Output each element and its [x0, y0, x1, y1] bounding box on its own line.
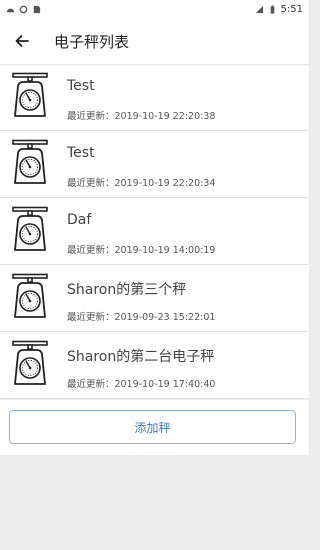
scale-list-item[interactable]: Test 最近更新：2019-10-19 22:20:34 — [0, 131, 309, 198]
scale-last-update: 最近更新：2019-10-19 22:20:38 — [67, 108, 215, 122]
circle-icon — [19, 5, 28, 13]
status-time: 5:51 — [280, 3, 303, 15]
last-update-time: 2019-10-19 22:20:34 — [114, 178, 216, 189]
add-scale-button[interactable]: 添加秤 — [9, 410, 296, 444]
status-right-icons: 5:51 — [255, 4, 303, 15]
add-button-area: 添加秤 — [0, 400, 309, 455]
last-update-label: 最近更新： — [67, 312, 115, 323]
scale-icon — [10, 273, 50, 319]
scale-icon — [10, 72, 50, 118]
scale-last-update: 最近更新：2019-10-19 17:40:40 — [67, 376, 215, 390]
scale-name: Test — [67, 145, 95, 161]
scale-last-update: 最近更新：2019-10-19 22:20:34 — [67, 175, 215, 189]
scale-last-update: 最近更新：2019-09-23 15:22:01 — [67, 309, 215, 323]
last-update-time: 2019-10-19 14:00:19 — [114, 245, 216, 256]
last-update-label: 最近更新： — [67, 245, 115, 256]
scale-icon — [10, 206, 50, 252]
last-update-time: 2019-09-23 15:22:01 — [114, 312, 216, 323]
page-title: 电子秤列表 — [54, 32, 130, 51]
back-button[interactable] — [6, 25, 38, 57]
scale-name: Sharon的第三个秤 — [67, 282, 187, 298]
last-update-time: 2019-10-19 22:20:38 — [114, 111, 216, 122]
arrow-left-icon — [15, 35, 29, 47]
last-update-time: 2019-10-19 17:40:40 — [114, 379, 216, 390]
scale-list-item[interactable]: Daf 最近更新：2019-10-19 14:00:19 — [0, 198, 309, 265]
app-bar: 电子秤列表 — [0, 18, 309, 64]
sim-card-icon — [33, 5, 41, 13]
scale-last-update: 最近更新：2019-10-19 14:00:19 — [67, 242, 215, 256]
scale-name: Sharon的第二台电子秤 — [67, 349, 215, 365]
signal-icon — [255, 5, 263, 13]
scale-name: Daf — [67, 212, 92, 228]
status-bar: 5:51 — [0, 0, 309, 18]
android-head-icon — [6, 8, 15, 12]
scale-name: Test — [67, 78, 95, 94]
scale-list-item[interactable]: Test 最近更新：2019-10-19 22:20:38 — [0, 64, 309, 131]
status-left-icons — [6, 5, 41, 14]
last-update-label: 最近更新： — [67, 111, 115, 122]
last-update-label: 最近更新： — [67, 379, 115, 390]
battery-icon — [270, 4, 274, 14]
scale-icon — [10, 340, 50, 386]
scale-icon — [10, 139, 50, 185]
scale-list-item[interactable]: Sharon的第二台电子秤 最近更新：2019-10-19 17:40:40 — [0, 332, 309, 399]
scale-list: Test 最近更新：2019-10-19 22:20:38 Test 最近更新：… — [0, 64, 309, 399]
scale-list-item[interactable]: Sharon的第三个秤 最近更新：2019-09-23 15:22:01 — [0, 265, 309, 332]
last-update-label: 最近更新： — [67, 178, 115, 189]
